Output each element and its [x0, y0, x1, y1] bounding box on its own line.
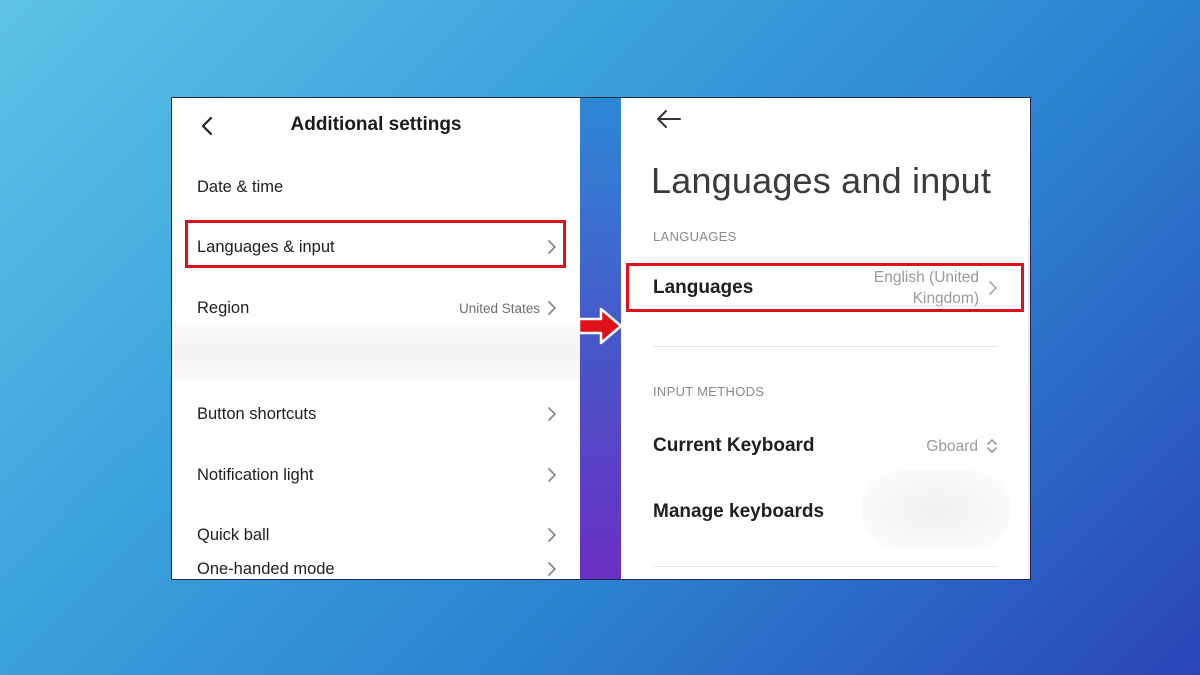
page-title: Languages and input — [651, 160, 992, 201]
additional-settings-screen: Additional settings Date & time Language… — [172, 98, 580, 579]
settings-item-quick-ball[interactable]: Quick ball — [197, 520, 558, 550]
settings-item-label: Date & time — [197, 177, 284, 196]
chevron-right-icon — [548, 562, 556, 576]
settings-item-label: Quick ball — [197, 525, 270, 544]
section-divider — [653, 346, 998, 347]
section-divider — [653, 566, 998, 567]
settings-item-label: One-handed mode — [197, 559, 335, 578]
settings-item-label: Notification light — [197, 465, 314, 484]
chevron-right-icon — [548, 528, 556, 542]
settings-item-label: Manage keyboards — [653, 501, 825, 522]
settings-item-current-keyboard[interactable]: Current Keyboard Gboard — [653, 432, 998, 460]
settings-item-notification-light[interactable]: Notification light — [197, 460, 558, 490]
section-header-languages: LANGUAGES — [653, 229, 737, 244]
settings-item-label: Region — [197, 298, 250, 317]
region-value: United States — [458, 300, 540, 316]
settings-item-region[interactable]: Region United States — [197, 293, 558, 323]
settings-item-button-shortcuts[interactable]: Button shortcuts — [197, 399, 558, 429]
languages-and-input-screen: Languages and input LANGUAGES Languages … — [621, 98, 1030, 579]
chevron-right-icon — [548, 468, 556, 482]
chevron-right-icon — [548, 301, 556, 315]
blurred-row — [172, 324, 580, 380]
scroll-edge — [1028, 218, 1030, 579]
settings-item-one-handed-mode[interactable]: One-handed mode — [197, 554, 558, 579]
highlight-box-languages-input — [185, 220, 566, 268]
current-keyboard-value: Gboard — [926, 437, 978, 455]
settings-item-label: Button shortcuts — [197, 404, 317, 423]
chevron-right-icon — [548, 407, 556, 421]
highlight-box-languages — [626, 263, 1024, 312]
red-arrow-icon — [577, 307, 623, 345]
page-title: Additional settings — [290, 114, 462, 135]
settings-item-label: Current Keyboard — [653, 435, 815, 456]
section-header-input-methods: INPUT METHODS — [653, 384, 765, 399]
settings-item-date-time[interactable]: Date & time — [197, 172, 558, 202]
chevron-up-down-icon — [987, 439, 997, 453]
settings-item-manage-keyboards[interactable]: Manage keyboards — [653, 498, 998, 526]
arrow-left-icon[interactable] — [655, 108, 683, 130]
